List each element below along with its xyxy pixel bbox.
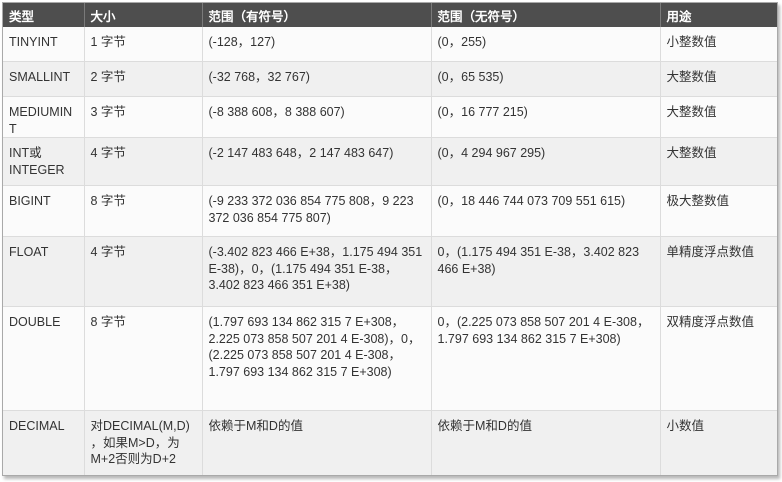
screenshot-frame: 类型 大小 范围（有符号） 范围（无符号） 用途 TINYINT 1 字节 (-…	[2, 2, 778, 476]
cell-signed-range: (-3.402 823 466 E+38，1.175 494 351 E-38)…	[202, 236, 432, 307]
cell-unsigned-range: (0，18 446 744 073 709 551 615)	[431, 185, 661, 237]
cell-signed-range: (-2 147 483 648，2 147 483 647)	[202, 137, 432, 186]
cell-usage: 大整数值	[660, 61, 777, 97]
cell-size: 1 字节	[84, 27, 203, 62]
cell-unsigned-range: 0，(1.175 494 351 E-38，3.402 823 466 E+38…	[431, 236, 661, 307]
cell-usage: 双精度浮点数值	[660, 306, 777, 411]
table-body: TINYINT 1 字节 (-128，127) (0，255) 小整数值 SMA…	[3, 27, 777, 475]
cell-signed-range: (1.797 693 134 862 315 7 E+308，2.225 073…	[202, 306, 432, 411]
cell-type: MEDIUMINT	[3, 96, 85, 138]
cell-size: 2 字节	[84, 61, 203, 97]
cell-unsigned-range: 依赖于M和D的值	[431, 410, 661, 475]
cell-usage: 单精度浮点数值	[660, 236, 777, 307]
cell-type: FLOAT	[3, 236, 85, 307]
cell-size: 3 字节	[84, 96, 203, 138]
header-signed-range: 范围（有符号）	[202, 3, 432, 27]
cell-usage: 小数值	[660, 410, 777, 475]
cell-type: INT或INTEGER	[3, 137, 85, 186]
mysql-numeric-types-table: 类型 大小 范围（有符号） 范围（无符号） 用途 TINYINT 1 字节 (-…	[3, 3, 777, 475]
header-usage: 用途	[660, 3, 777, 27]
cell-type: SMALLINT	[3, 61, 85, 97]
cell-unsigned-range: (0，4 294 967 295)	[431, 137, 661, 186]
cell-signed-range: 依赖于M和D的值	[202, 410, 432, 475]
header-row: 类型 大小 范围（有符号） 范围（无符号） 用途	[3, 3, 777, 27]
cell-signed-range: (-9 233 372 036 854 775 808，9 223 372 03…	[202, 185, 432, 237]
cell-unsigned-range: 0，(2.225 073 858 507 201 4 E-308，1.797 6…	[431, 306, 661, 411]
cell-usage: 大整数值	[660, 137, 777, 186]
cell-unsigned-range: (0，16 777 215)	[431, 96, 661, 138]
table-row: MEDIUMINT 3 字节 (-8 388 608，8 388 607) (0…	[3, 96, 777, 138]
cell-size: 8 字节	[84, 306, 203, 411]
cell-usage: 小整数值	[660, 27, 777, 62]
header-type: 类型	[3, 3, 85, 27]
table-row: FLOAT 4 字节 (-3.402 823 466 E+38，1.175 49…	[3, 236, 777, 307]
table-row: DECIMAL 对DECIMAL(M,D) ，如果M>D，为M+2否则为D+2 …	[3, 410, 777, 475]
table-row: TINYINT 1 字节 (-128，127) (0，255) 小整数值	[3, 27, 777, 62]
table-header: 类型 大小 范围（有符号） 范围（无符号） 用途	[3, 3, 777, 27]
cell-type: DECIMAL	[3, 410, 85, 475]
cell-signed-range: (-128，127)	[202, 27, 432, 62]
cell-size: 8 字节	[84, 185, 203, 237]
header-size: 大小	[84, 3, 203, 27]
table-row: DOUBLE 8 字节 (1.797 693 134 862 315 7 E+3…	[3, 306, 777, 411]
cell-signed-range: (-32 768，32 767)	[202, 61, 432, 97]
table-row: INT或INTEGER 4 字节 (-2 147 483 648，2 147 4…	[3, 137, 777, 186]
cell-unsigned-range: (0，65 535)	[431, 61, 661, 97]
cell-usage: 极大整数值	[660, 185, 777, 237]
cell-type: TINYINT	[3, 27, 85, 62]
header-unsigned-range: 范围（无符号）	[431, 3, 661, 27]
table-row: SMALLINT 2 字节 (-32 768，32 767) (0，65 535…	[3, 61, 777, 97]
table-row: BIGINT 8 字节 (-9 233 372 036 854 775 808，…	[3, 185, 777, 237]
cell-size: 4 字节	[84, 137, 203, 186]
cell-usage: 大整数值	[660, 96, 777, 138]
cell-size: 对DECIMAL(M,D) ，如果M>D，为M+2否则为D+2	[84, 410, 203, 475]
cell-type: BIGINT	[3, 185, 85, 237]
cell-type: DOUBLE	[3, 306, 85, 411]
cell-size: 4 字节	[84, 236, 203, 307]
cell-unsigned-range: (0，255)	[431, 27, 661, 62]
cell-signed-range: (-8 388 608，8 388 607)	[202, 96, 432, 138]
